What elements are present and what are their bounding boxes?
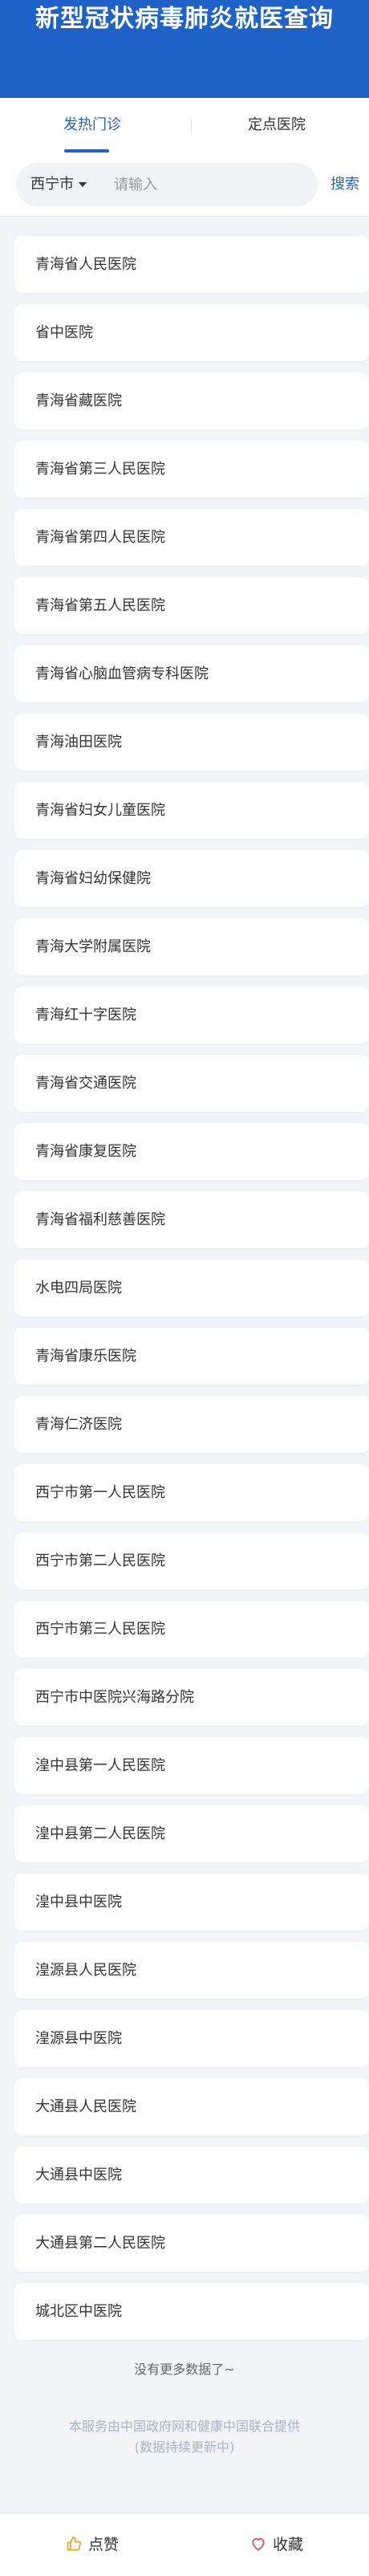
- hospital-list-item[interactable]: 青海仁济医院: [14, 1396, 369, 1453]
- hospital-list-item[interactable]: 湟中县第二人民医院: [14, 1805, 369, 1862]
- like-button[interactable]: 点赞: [0, 2513, 184, 2576]
- page-title: 新型冠状病毒肺炎就医查询: [35, 5, 334, 33]
- hospital-list-item[interactable]: 城北区中医院: [14, 2283, 369, 2340]
- city-dropdown[interactable]: 西宁市: [30, 163, 87, 206]
- hospital-list-item[interactable]: 大通县第二人民医院: [14, 2215, 369, 2272]
- hospital-list-item[interactable]: 大通县人民医院: [14, 2078, 369, 2135]
- hospital-list-item[interactable]: 西宁市第一人民医院: [14, 1464, 369, 1521]
- hospital-list-item[interactable]: 青海省交通医院: [14, 1055, 369, 1112]
- hospital-list: 青海省人民医院 省中医院青海省藏医院 青海省第三人民医院 青海省第四人民医院 青海省第五…: [14, 236, 369, 2351]
- hospital-list-item[interactable]: 青海省第三人民医院: [14, 441, 369, 498]
- hospital-list-item[interactable]: 青海省福利慈善医院: [14, 1191, 369, 1248]
- tab-bar: 发热门诊 定点医院: [0, 98, 369, 153]
- search-box: 西宁市: [16, 163, 318, 206]
- tab-fever-clinic[interactable]: 发热门诊: [0, 98, 184, 153]
- hospital-list-item[interactable]: 湟中县第一人民医院: [14, 1737, 369, 1794]
- hospital-list-item[interactable]: 青海省妇幼保健院: [14, 850, 369, 907]
- hospital-list-item[interactable]: 青海大学附属医院: [14, 918, 369, 975]
- caret-down-icon: [79, 182, 87, 187]
- hospital-list-item[interactable]: 湟源县中医院: [14, 2010, 369, 2067]
- hospital-list-item[interactable]: 省中医院: [14, 304, 369, 361]
- no-more-data-text: 没有更多数据了~: [134, 2362, 235, 2377]
- city-label: 西宁市: [30, 176, 74, 193]
- hospital-list-item[interactable]: 青海省人民医院: [14, 236, 369, 293]
- hospital-list-item[interactable]: 青海红十字医院: [14, 987, 369, 1044]
- hospital-list-item[interactable]: 青海油田医院: [14, 714, 369, 771]
- footer-note: 本服务由中国政府网和健康中国联合提供 (数据持续更新中): [0, 2416, 369, 2458]
- hospital-list-item[interactable]: 青海省第五人民医院: [14, 577, 369, 634]
- tab-designated-hospital[interactable]: 定点医院: [184, 98, 369, 153]
- like-label: 点赞: [87, 2536, 119, 2554]
- hospital-list-item[interactable]: 西宁市中医院兴海路分院: [14, 1669, 369, 1726]
- hospital-list-item[interactable]: 湟源县人民医院: [14, 1942, 369, 1999]
- hospital-list-item[interactable]: 青海省妇女儿童医院: [14, 782, 369, 839]
- hospital-list-item[interactable]: 水电四局医院: [14, 1260, 369, 1316]
- hospital-list-item[interactable]: 青海省康乐医院: [14, 1328, 369, 1385]
- hospital-list-item[interactable]: 西宁市第三人民医院: [14, 1601, 369, 1658]
- search-bar: 西宁市 搜索: [0, 153, 369, 217]
- hospital-list-item[interactable]: 青海省康复医院: [14, 1123, 369, 1180]
- footer-line-2: (数据持续更新中): [134, 2440, 235, 2455]
- hospital-list-item[interactable]: 青海省第四人民医院: [14, 509, 369, 566]
- hospital-list-item[interactable]: 青海省心脑血管病专科医院: [14, 645, 369, 702]
- favorite-label: 收藏: [272, 2536, 303, 2554]
- thumbs-up-icon: [67, 2536, 82, 2550]
- favorite-button[interactable]: 收藏: [184, 2513, 369, 2576]
- footer-line-1: 本服务由中国政府网和健康中国联合提供: [68, 2419, 300, 2434]
- heart-icon: [252, 2537, 265, 2550]
- bottom-action-bar: 点赞 收藏: [0, 2513, 369, 2576]
- search-input[interactable]: [114, 169, 306, 200]
- hospital-list-item[interactable]: 大通县中医院: [14, 2147, 369, 2204]
- hospital-list-item[interactable]: 青海省藏医院: [14, 372, 369, 429]
- header-banner: 新型冠状病毒肺炎就医查询: [0, 0, 369, 98]
- hospital-list-item[interactable]: 西宁市第二人民医院: [14, 1532, 369, 1589]
- search-button[interactable]: 搜索: [330, 153, 369, 217]
- hospital-list-item[interactable]: 湟中县中医院: [14, 1874, 369, 1931]
